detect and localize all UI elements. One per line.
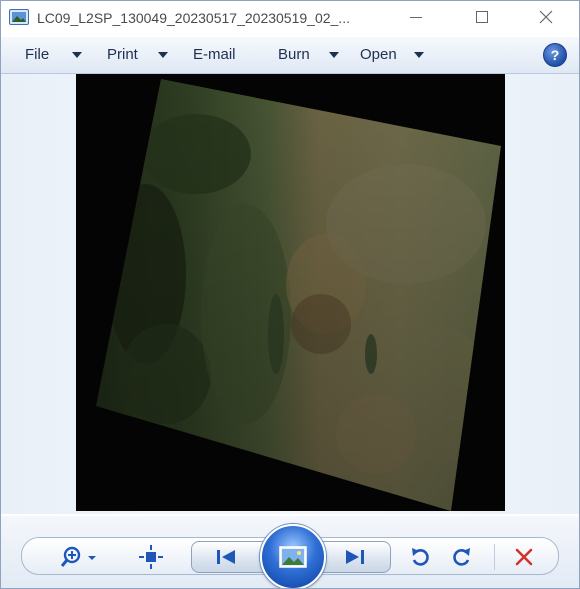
slideshow-icon [279, 546, 307, 568]
close-button[interactable] [523, 1, 569, 33]
title-bar[interactable]: LC09_L2SP_130049_20230517_20230519_02_..… [1, 1, 579, 35]
burn-dropdown-arrow-icon[interactable] [329, 52, 339, 58]
image-canvas[interactable] [76, 74, 505, 511]
rotate-clockwise-icon [453, 548, 470, 566]
satellite-image [96, 79, 501, 511]
print-dropdown-arrow-icon[interactable] [158, 52, 168, 58]
rotate-counterclockwise-icon [412, 548, 429, 566]
menu-bar: File Print E-mail Burn Open ? [1, 37, 579, 74]
window-title: LC09_L2SP_130049_20230517_20230519_02_..… [37, 10, 350, 26]
next-button[interactable] [335, 544, 375, 570]
minimize-icon [410, 17, 422, 18]
actual-size-icon [139, 545, 163, 569]
menu-open[interactable]: Open [360, 46, 397, 63]
previous-icon [217, 550, 235, 564]
zoom-icon [61, 546, 96, 567]
file-dropdown-arrow-icon[interactable] [72, 52, 82, 58]
menu-file[interactable]: File [25, 46, 49, 63]
close-icon [539, 10, 553, 24]
actual-size-button[interactable] [135, 542, 167, 572]
image-viewer [1, 74, 579, 514]
playback-toolbar [1, 516, 579, 588]
delete-icon [515, 548, 533, 566]
maximize-icon [476, 11, 488, 23]
menu-burn[interactable]: Burn [278, 46, 310, 63]
help-icon[interactable]: ? [543, 43, 567, 67]
menu-email[interactable]: E-mail [193, 46, 236, 63]
next-icon [346, 550, 364, 564]
previous-button[interactable] [206, 544, 246, 570]
maximize-button[interactable] [459, 1, 505, 33]
menu-print[interactable]: Print [107, 46, 138, 63]
toolbar-separator [494, 544, 495, 570]
minimize-button[interactable] [393, 1, 439, 33]
zoom-button[interactable] [59, 542, 103, 572]
photo-viewer-window: LC09_L2SP_130049_20230517_20230519_02_..… [0, 0, 580, 589]
open-dropdown-arrow-icon[interactable] [414, 52, 424, 58]
photo-viewer-icon [9, 9, 29, 25]
rotate-counterclockwise-button[interactable] [405, 542, 435, 572]
slideshow-button[interactable] [260, 524, 326, 588]
rotate-clockwise-button[interactable] [447, 542, 477, 572]
delete-button[interactable] [509, 542, 539, 572]
